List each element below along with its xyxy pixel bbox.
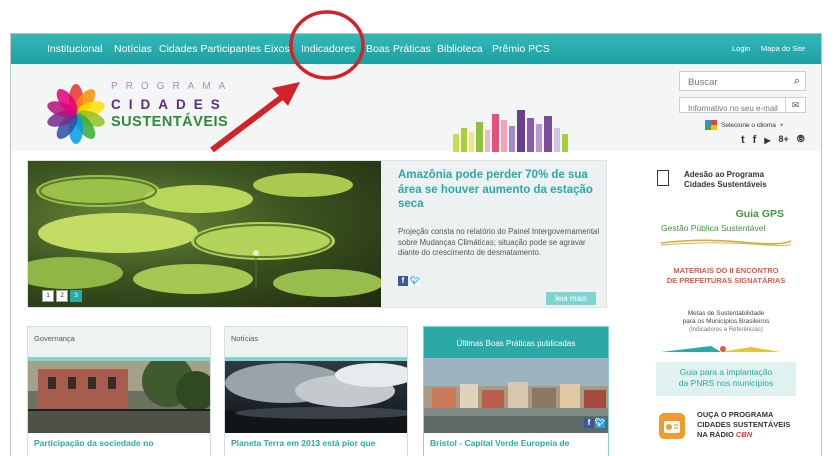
- search-input[interactable]: [680, 73, 805, 92]
- newsletter-field[interactable]: ✉: [679, 97, 806, 116]
- search-icon[interactable]: ⌕: [794, 75, 800, 88]
- card-photo-bristol[interactable]: f 🐦︎: [424, 358, 608, 433]
- radio-icon: [659, 413, 685, 439]
- boas-praticas-card: Últimas Boas Práticas publicadas f 🐦︎ Br…: [423, 326, 609, 456]
- radio-label: OUÇA O PROGRAMA CIDADES SUSTENTÁVEIS NA …: [697, 410, 790, 439]
- hero-page-button-2[interactable]: 2: [56, 290, 68, 302]
- mail-icon[interactable]: ✉: [785, 98, 805, 112]
- city-skyline-graphic: [453, 110, 568, 152]
- card-header: Governança: [28, 327, 210, 357]
- sidebar: Adesão ao Programa Cidades Sustentáveis …: [651, 160, 811, 456]
- noticias-card: Notícias Planeta Terra em 2013 está pior…: [224, 326, 408, 456]
- metas-line2: para os Municípios Brasileiros: [682, 318, 770, 326]
- tumblr-icon[interactable]: t: [741, 134, 745, 148]
- hero-pagination: 1 2 3: [42, 290, 82, 302]
- nav-item-indicadores[interactable]: Indicadores: [301, 43, 355, 55]
- nav-item-boas-praticas[interactable]: Boas Práticas: [366, 43, 431, 55]
- twitter-share-icon[interactable]: 🐦︎: [410, 276, 420, 286]
- materiais-line2: DE PREFEITURAS SIGNATÁRIAS: [666, 275, 786, 285]
- materiais-line1: MATERIAIS DO II ENCONTRO: [673, 266, 779, 275]
- card-caption[interactable]: Planeta Terra em 2013 está pior que: [231, 438, 403, 449]
- hero-share-buttons: f 🐦︎: [398, 276, 420, 286]
- logo-flower-icon[interactable]: [44, 82, 108, 146]
- nav-item-eixos[interactable]: Eixos: [264, 43, 290, 55]
- adesao-label: Adesão ao Programa Cidades Sustentáveis: [684, 170, 767, 191]
- nav-item-noticias[interactable]: Notícias: [114, 43, 152, 55]
- adesao-line1: Adesão ao Programa: [684, 170, 765, 179]
- twitter-share-icon[interactable]: 🐦︎: [595, 418, 605, 428]
- sitemap-link[interactable]: Mapa do Site: [761, 44, 805, 53]
- card-header: Notícias: [225, 327, 407, 357]
- facebook-share-icon[interactable]: f: [398, 276, 408, 286]
- logo-text-cidades: CIDADES: [111, 97, 228, 112]
- site-header: PROGRAMA CIDADES SUSTENTÁVEIS ⌕ ✉: [11, 64, 821, 152]
- search-field[interactable]: ⌕: [679, 71, 806, 92]
- card-header: Últimas Boas Práticas publicadas: [424, 327, 608, 358]
- hero-page-button-3[interactable]: 3: [70, 290, 82, 302]
- rss-icon[interactable]: ⦾: [797, 134, 805, 148]
- google-plus-icon[interactable]: 8+: [779, 134, 789, 148]
- facebook-icon[interactable]: f: [753, 134, 757, 148]
- adesao-link[interactable]: Adesão ao Programa Cidades Sustentáveis: [651, 168, 801, 198]
- metas-sustentabilidade-link[interactable]: Metas de Sustentabilidade para os Municí…: [656, 310, 796, 344]
- card-header-label[interactable]: Governança: [34, 334, 75, 343]
- guia-pnrs-link[interactable]: Guia para a implantação da PNRS nos muni…: [656, 362, 796, 396]
- nav-item-cidades-participantes[interactable]: Cidades Participantes: [159, 43, 261, 55]
- nav-item-biblioteca[interactable]: Biblioteca: [437, 43, 483, 55]
- metas-decoration-icon: [661, 346, 781, 352]
- facebook-share-icon[interactable]: f: [584, 418, 594, 428]
- hero-page-button-1[interactable]: 1: [42, 290, 54, 302]
- pnrs-line1: Guia para a implantação: [679, 367, 773, 377]
- card-photo-noticias[interactable]: [225, 361, 407, 433]
- youtube-icon[interactable]: ▶: [764, 134, 770, 148]
- logo-text-sustentaveis: SUSTENTÁVEIS: [111, 114, 229, 130]
- language-label: Selecione o idioma: [721, 121, 776, 129]
- hero-slider: Amazônia pode perder 70% de sua área se …: [27, 160, 607, 308]
- card-header-label[interactable]: Notícias: [231, 334, 258, 343]
- metas-line3: (Indicadores e Referências): [689, 327, 763, 334]
- guia-gps-banner[interactable]: Guia GPS Gestão Pública Sustentável: [656, 207, 796, 255]
- radio-line1: OUÇA O PROGRAMA: [697, 410, 774, 419]
- hero-headline[interactable]: Amazônia pode perder 70% de sua área se …: [398, 168, 603, 212]
- radio-line3: NA RÁDIO: [697, 429, 734, 439]
- adesao-line2: Cidades Sustentáveis: [684, 180, 767, 190]
- hero-text-panel: Amazônia pode perder 70% de sua área se …: [381, 161, 606, 307]
- login-link[interactable]: Login: [732, 44, 750, 53]
- nav-item-premio-pcs[interactable]: Prêmio PCS: [492, 43, 550, 55]
- language-selector[interactable]: Selecione o idioma ▾: [705, 118, 783, 132]
- radio-cbn-link[interactable]: OUÇA O PROGRAMA CIDADES SUSTENTÁVEIS NA …: [657, 409, 797, 449]
- browser-page: Institucional Notícias Cidades Participa…: [10, 33, 822, 456]
- read-more-button[interactable]: leia mais: [546, 292, 596, 305]
- hero-summary: Projeção consta no relatório do Painel I…: [398, 227, 600, 258]
- card-header-label[interactable]: Últimas Boas Práticas publicadas: [424, 339, 608, 348]
- top-navigation: Institucional Notícias Cidades Participa…: [11, 34, 821, 64]
- metas-line1: Metas de Sustentabilidade: [687, 310, 765, 317]
- cbn-logo-text: CBN: [735, 429, 753, 439]
- hero-photo-water-lilies[interactable]: [28, 161, 381, 307]
- gps-subtitle: Gestão Pública Sustentável: [661, 223, 766, 233]
- logo-text-programa: PROGRAMA: [111, 81, 234, 92]
- nav-item-institucional[interactable]: Institucional: [47, 43, 102, 55]
- card-caption[interactable]: Bristol - Capital Verde Europeia de: [430, 438, 602, 449]
- card-photo-governanca[interactable]: [28, 361, 210, 433]
- chevron-down-icon: ▾: [779, 122, 784, 129]
- gps-decoration-icon: [661, 239, 791, 246]
- pnrs-line2: da PNRS nos municípios: [678, 378, 774, 389]
- card-caption[interactable]: Participação da sociedade no: [34, 438, 206, 449]
- radio-line2: CIDADES SUSTENTÁVEIS: [697, 419, 791, 429]
- governanca-card: Governança Participação da sociedade no: [27, 326, 211, 456]
- social-links: t f ▶ 8+ ⦾: [741, 134, 805, 148]
- materiais-encontro-link[interactable]: MATERIAIS DO II ENCONTRO DE PREFEITURAS …: [661, 266, 791, 286]
- gps-title: Guia GPS: [735, 208, 784, 220]
- google-translate-icon: [705, 120, 717, 130]
- document-icon: [657, 170, 669, 186]
